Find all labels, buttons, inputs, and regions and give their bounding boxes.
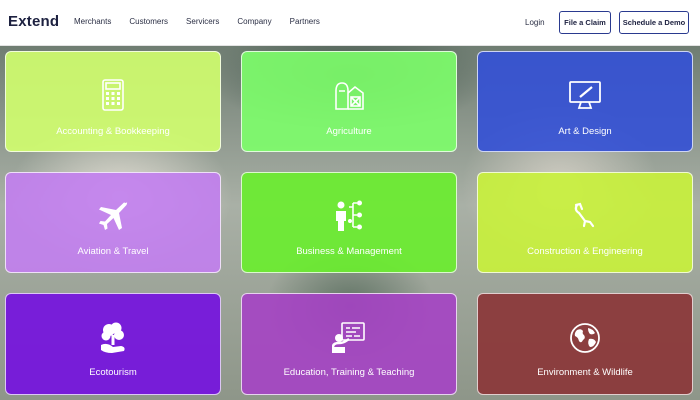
category-label: Art & Design — [558, 126, 612, 137]
category-label: Aviation & Travel — [77, 246, 149, 257]
category-tile-business[interactable]: Business & Management — [241, 172, 457, 273]
category-tile-ecotourism[interactable]: Ecotourism — [5, 293, 221, 395]
category-tile-education[interactable]: Education, Training & Teaching — [241, 293, 457, 395]
tree-hand-icon — [96, 321, 130, 355]
airplane-icon — [96, 199, 130, 233]
category-label: Environment & Wildlife — [537, 367, 633, 378]
category-label: Construction & Engineering — [527, 246, 643, 257]
org-chart-icon — [332, 199, 366, 233]
category-tile-art-design[interactable]: Art & Design — [477, 51, 693, 152]
category-label: Business & Management — [296, 246, 402, 257]
category-label: Ecotourism — [89, 367, 137, 378]
category-tile-aviation[interactable]: Aviation & Travel — [5, 172, 221, 273]
category-tile-agriculture[interactable]: Agriculture — [241, 51, 457, 152]
category-tile-construction[interactable]: Construction & Engineering — [477, 172, 693, 273]
category-label: Agriculture — [326, 126, 372, 137]
category-label: Education, Training & Teaching — [283, 367, 415, 378]
category-label: Accounting & Bookkeeping — [56, 126, 170, 137]
teacher-board-icon — [332, 321, 366, 355]
category-grid: Accounting & Bookkeeping Agriculture Art… — [0, 0, 700, 400]
calculator-icon — [96, 78, 130, 112]
tool-icon — [568, 199, 602, 233]
barn-icon — [332, 78, 366, 112]
category-tile-environment[interactable]: Environment & Wildlife — [477, 293, 693, 395]
category-tile-accounting[interactable]: Accounting & Bookkeeping — [5, 51, 221, 152]
globe-icon — [568, 321, 602, 355]
monitor-icon — [568, 78, 602, 112]
